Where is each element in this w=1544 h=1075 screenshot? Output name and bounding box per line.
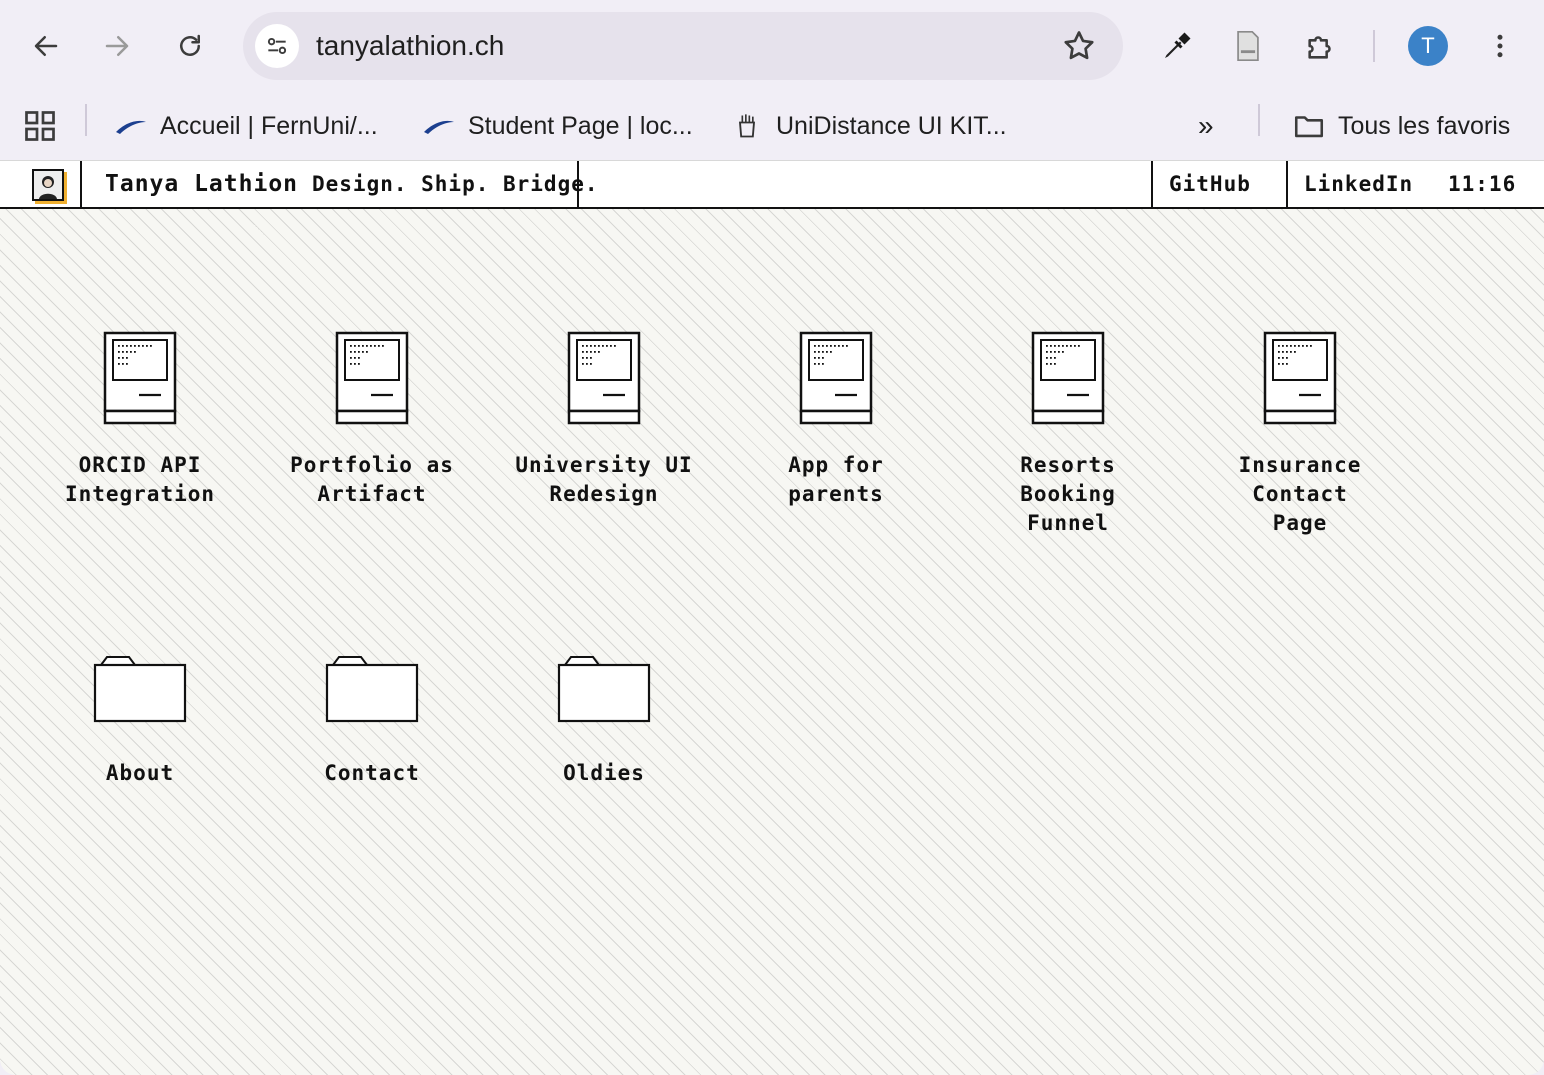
linkedin-link[interactable]: LinkedIn <box>1304 161 1413 207</box>
bookmark-star-icon[interactable] <box>1061 28 1097 64</box>
folder-outline-icon <box>1292 109 1326 143</box>
back-arrow-icon <box>34 36 58 56</box>
chevron-double-right-icon: » <box>1198 110 1214 141</box>
menubar-divider <box>80 161 82 207</box>
browser-menu-button[interactable] <box>1480 26 1520 66</box>
swoosh-icon <box>114 109 148 143</box>
folder-icon <box>325 656 419 723</box>
project-label: App for parents <box>746 451 926 509</box>
project-item[interactable]: Insurance Contact Page <box>1210 331 1390 538</box>
project-label-line: University UI <box>515 453 693 477</box>
project-label-line: ORCID API <box>78 453 202 477</box>
site-info-button[interactable] <box>255 24 299 68</box>
apps-grid-icon <box>25 111 55 141</box>
project-label: Portfolio as Artifact <box>282 451 462 509</box>
project-item[interactable]: App for parents <box>746 331 926 509</box>
address-bar[interactable]: tanyalathion.ch <box>243 12 1123 80</box>
site-menubar: Tanya Lathion Design. Ship. Bridge. GitH… <box>0 161 1544 209</box>
bookmark-label: Accueil | FernUni/... <box>160 111 378 140</box>
clock: 11:16 <box>1448 172 1517 196</box>
browser-toolbar: tanyalathion.ch T <box>0 0 1544 92</box>
all-bookmarks-label: Tous les favoris <box>1338 111 1511 140</box>
tune-icon <box>267 37 287 55</box>
bookmarks-divider <box>1258 104 1260 136</box>
folder-label: About <box>105 761 175 785</box>
project-label-line: Funnel <box>1027 511 1109 535</box>
extensions-button[interactable] <box>1301 26 1341 66</box>
folder-icon <box>93 656 187 723</box>
project-item[interactable]: Resorts Booking Funnel <box>978 331 1158 538</box>
portrait-icon <box>39 176 57 199</box>
project-label-line: Artifact <box>317 482 427 506</box>
all-bookmarks-button[interactable]: Tous les favoris <box>1292 106 1510 146</box>
project-item[interactable]: Portfolio as Artifact <box>282 331 462 509</box>
pencil-cup-icon <box>730 109 764 143</box>
toolbar-divider <box>1373 30 1375 62</box>
menubar-divider <box>577 161 579 207</box>
folder-label: Contact <box>324 761 420 785</box>
bookmark-item-accueil[interactable]: Accueil | FernUni/... <box>114 106 378 146</box>
folder-item[interactable]: Contact <box>282 653 462 788</box>
computer-icon <box>335 331 409 425</box>
computer-icon <box>799 331 873 425</box>
puzzle-piece-icon <box>1308 36 1331 59</box>
project-item[interactable]: ORCID API Integration <box>50 331 230 509</box>
profile-avatar[interactable]: T <box>1408 26 1448 66</box>
project-label-line: App for <box>788 453 884 477</box>
bookmark-label: UniDistance UI KIT... <box>776 111 1007 140</box>
bookmark-item-unidistance[interactable]: UniDistance UI KIT... <box>730 106 1007 146</box>
forward-arrow-icon <box>105 36 129 56</box>
project-label-line: Booking <box>1020 482 1116 506</box>
project-label-line: Contact <box>1252 482 1348 506</box>
site-name[interactable]: Tanya Lathion <box>105 161 298 207</box>
computer-icon <box>103 331 177 425</box>
bookmarks-bar: Accueil | FernUni/... Student Page | loc… <box>0 92 1544 160</box>
project-label-line: Insurance <box>1238 453 1362 477</box>
bookmarks-divider <box>85 104 87 136</box>
bookmark-label: Student Page | loc... <box>468 111 693 140</box>
site-tagline: Design. Ship. Bridge. <box>312 172 599 196</box>
project-label-line: Redesign <box>549 482 659 506</box>
computer-icon <box>1263 331 1337 425</box>
more-vertical-icon <box>1497 34 1503 58</box>
more-bookmarks-button[interactable]: » <box>1198 106 1214 146</box>
computer-icon <box>1031 331 1105 425</box>
github-link[interactable]: GitHub <box>1169 161 1251 207</box>
folder-icon <box>557 656 651 723</box>
project-label: Insurance Contact Page <box>1210 451 1390 538</box>
page-viewport: Tanya Lathion Design. Ship. Bridge. GitH… <box>0 160 1544 1075</box>
eyedropper-extension-button[interactable] <box>1157 26 1197 66</box>
project-label-line: parents <box>788 482 884 506</box>
menubar-divider <box>1286 161 1288 207</box>
project-label: ORCID API Integration <box>50 451 230 509</box>
project-label-line: Portfolio as <box>290 453 454 477</box>
folder-label: Oldies <box>563 761 645 785</box>
project-label-line: Page <box>1272 511 1328 535</box>
forward-button[interactable] <box>93 22 141 70</box>
menubar-divider <box>1151 161 1153 207</box>
avatar[interactable] <box>32 169 64 201</box>
back-button[interactable] <box>22 22 70 70</box>
url-text[interactable]: tanyalathion.ch <box>316 30 504 62</box>
document-icon <box>1237 30 1259 62</box>
page-extension-button[interactable] <box>1228 26 1268 66</box>
apps-button[interactable] <box>22 106 58 146</box>
folder-item[interactable]: About <box>50 653 230 788</box>
reload-icon <box>180 34 200 56</box>
project-item[interactable]: University UI Redesign <box>514 331 694 509</box>
eyedropper-icon <box>1165 32 1191 58</box>
bookmark-item-student-page[interactable]: Student Page | loc... <box>422 106 693 146</box>
reload-button[interactable] <box>166 22 214 70</box>
computer-icon <box>567 331 641 425</box>
folder-item[interactable]: Oldies <box>514 653 694 788</box>
project-label-line: Resorts <box>1020 453 1116 477</box>
project-label: Resorts Booking Funnel <box>978 451 1158 538</box>
project-label: University UI Redesign <box>514 451 694 509</box>
swoosh-icon <box>422 109 456 143</box>
project-label-line: Integration <box>64 482 216 506</box>
